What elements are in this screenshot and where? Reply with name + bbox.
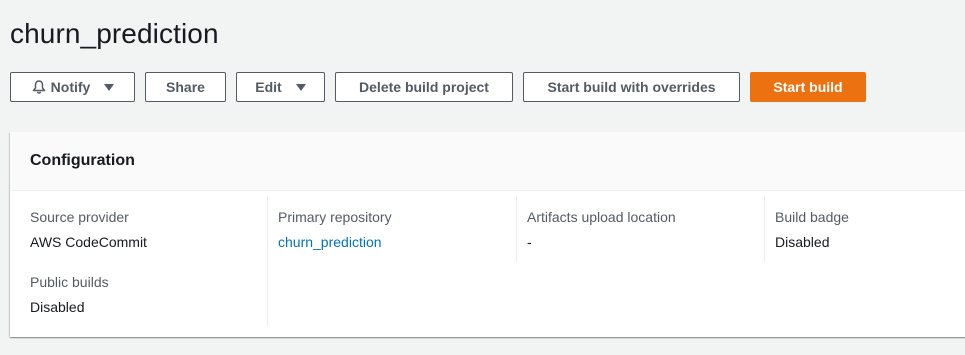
column-divider [764, 196, 765, 262]
build-badge-value: Disabled [775, 234, 830, 250]
start-build-with-overrides-button[interactable]: Start build with overrides [523, 72, 740, 102]
share-button[interactable]: Share [145, 72, 226, 102]
page-title: churn_prediction [10, 18, 219, 49]
column-divider [267, 196, 268, 326]
source-provider-label: Source provider [30, 209, 129, 225]
notify-label: Notify [50, 79, 91, 95]
artifacts-upload-location-value: - [527, 234, 532, 250]
artifacts-upload-location-label: Artifacts upload location [527, 209, 676, 225]
source-provider-value: AWS CodeCommit [30, 234, 147, 250]
column-divider [516, 196, 517, 262]
primary-repository-link[interactable]: churn_prediction [278, 234, 382, 250]
build-badge-label: Build badge [775, 209, 849, 225]
configuration-panel: Configuration Source provider AWS CodeCo… [10, 132, 965, 337]
edit-button[interactable]: Edit [236, 72, 325, 102]
bell-icon [31, 79, 47, 95]
caret-down-icon [295, 83, 306, 91]
notify-button[interactable]: Notify [10, 72, 135, 102]
caret-down-icon [104, 83, 115, 91]
primary-repository-label: Primary repository [278, 209, 392, 225]
start-build-button[interactable]: Start build [750, 72, 866, 102]
public-builds-label: Public builds [30, 274, 109, 290]
delete-build-project-button[interactable]: Delete build project [335, 72, 513, 102]
public-builds-value: Disabled [30, 299, 85, 315]
edit-label: Edit [255, 79, 282, 95]
configuration-title: Configuration [30, 152, 135, 169]
configuration-panel-header: Configuration [10, 132, 965, 191]
